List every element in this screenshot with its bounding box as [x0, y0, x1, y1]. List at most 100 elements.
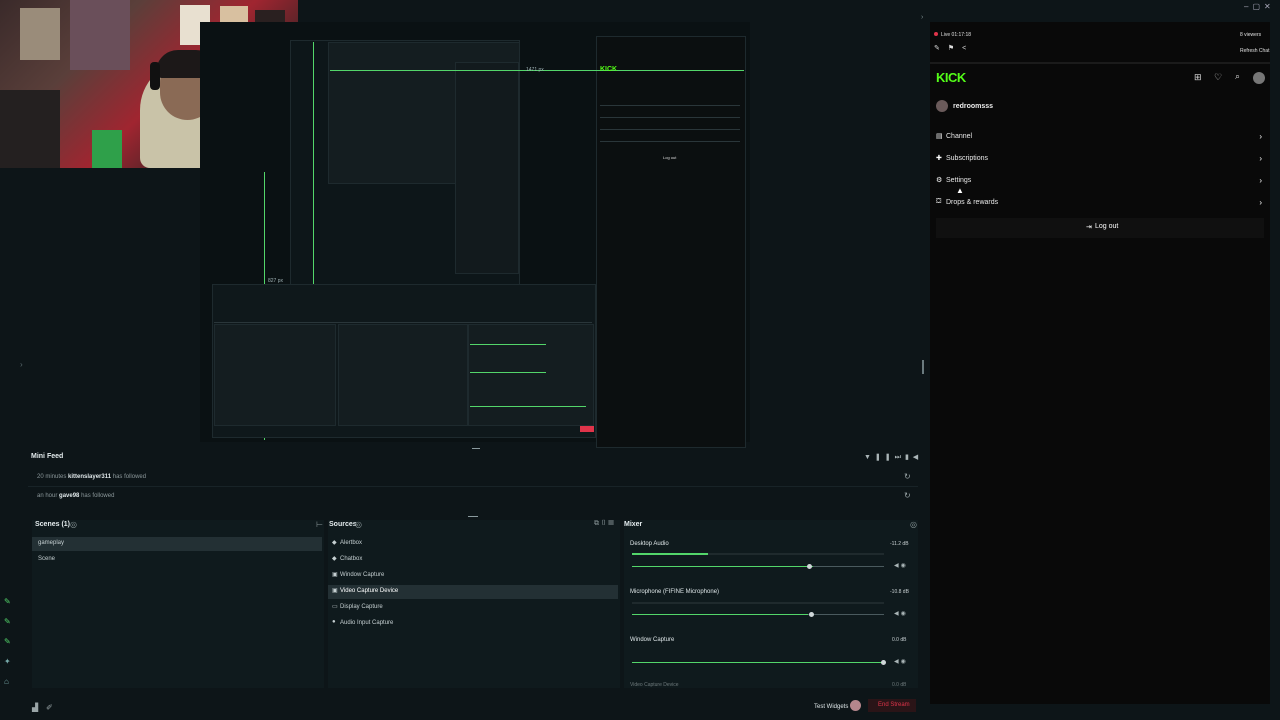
- mini-feed-title: Mini Feed: [31, 453, 64, 460]
- mixer-channel-level: 0.0 dB: [892, 682, 907, 687]
- mini-feed-dock: Mini Feed ▼❚❚⏭▮◀ 20 minutes kittenslayer…: [28, 448, 918, 514]
- mixer-channel-name: Desktop Audio: [630, 541, 669, 547]
- sources-collapse-icon[interactable]: ⊢: [316, 520, 323, 529]
- chat-icon: ◆: [332, 556, 337, 562]
- mouse-cursor: ▲: [956, 186, 964, 195]
- scene-item-scene[interactable]: Scene: [32, 553, 322, 567]
- menu-item-drops-rewards[interactable]: ⛋ Drops & rewards ›: [936, 194, 1264, 214]
- test-widgets-button[interactable]: Test Widgets: [814, 704, 848, 710]
- refresh-chat-button[interactable]: Refresh Chat: [1240, 48, 1269, 54]
- user-avatar: [936, 100, 948, 112]
- inner-kick-logo: KICK: [600, 66, 618, 73]
- mixer-channel-level: 0.0 dB: [892, 637, 907, 643]
- source-item[interactable]: ◆ Alertbox: [328, 537, 618, 551]
- volume-slider[interactable]: [632, 614, 884, 615]
- window-controls[interactable]: –▢✕: [1244, 2, 1275, 11]
- feed-event-action: has followed: [112, 474, 147, 480]
- feed-event-time: 20 minutes: [37, 474, 67, 480]
- panel-resize-handle[interactable]: [922, 360, 924, 374]
- replay-icon[interactable]: ↻: [904, 472, 911, 481]
- side-toolbar: ✎ ✎ ✎ ✦ ⌂: [4, 592, 16, 692]
- feed-event-action: has followed: [81, 493, 115, 499]
- source-item[interactable]: ▣ Window Capture: [328, 569, 618, 583]
- panel-tool-icons[interactable]: ✎⚑<: [934, 44, 974, 52]
- sources-toolbar-icons[interactable]: ⧉▯▤: [594, 520, 616, 528]
- audio-meter: [632, 553, 884, 555]
- rewards-icon: ⛋: [936, 198, 942, 205]
- mixer-channel-level: -10.8 dB: [890, 589, 909, 595]
- left-rail: ›: [0, 168, 200, 438]
- feed-event-user[interactable]: gave98: [59, 493, 79, 499]
- volume-slider[interactable]: [632, 566, 884, 567]
- mixer-channel-name: Video Capture Device: [630, 682, 679, 687]
- camera-icon: ▣: [332, 588, 338, 594]
- volume-slider-knob[interactable]: [807, 564, 812, 569]
- subscriptions-icon: ✚: [936, 155, 942, 162]
- chevron-right-icon: ›: [1259, 154, 1262, 163]
- mini-feed-controls[interactable]: ▼❚❚⏭▮◀: [864, 453, 922, 462]
- audio-meter: [632, 602, 884, 604]
- mixer-channel-level: -11.2 dB: [890, 541, 909, 547]
- live-indicator: [934, 32, 938, 36]
- mute-settings-icons[interactable]: ◀◉: [894, 658, 908, 665]
- window-icon: ▣: [332, 572, 338, 578]
- drag-handle[interactable]: [468, 516, 478, 517]
- channel-icon: ▤: [936, 133, 943, 140]
- drag-handle[interactable]: [472, 448, 480, 449]
- record-button[interactable]: [850, 700, 861, 711]
- menu-item-settings[interactable]: ⚙ Settings ›: [936, 172, 1264, 192]
- chevron-right-icon: ›: [1259, 198, 1262, 207]
- stream-preview[interactable]: 1471 px 827 px KICK Log out: [200, 22, 750, 448]
- mic-icon: ●: [332, 619, 336, 625]
- replay-icon[interactable]: ↻: [904, 491, 911, 500]
- highlighter-icon[interactable]: ✐: [46, 703, 53, 712]
- display-icon: ▭: [332, 604, 338, 610]
- source-item[interactable]: ● Audio Input Capture: [328, 617, 618, 631]
- heart-icon[interactable]: ♡: [1214, 72, 1222, 83]
- scenes-title: Scenes (1): [35, 521, 71, 528]
- sidebar-app-icon[interactable]: ⌂: [4, 672, 16, 692]
- source-item[interactable]: ▭ Display Capture: [328, 601, 618, 615]
- source-item-selected[interactable]: ▣ Video Capture Device: [328, 585, 618, 599]
- stats-icon[interactable]: ▟: [32, 703, 38, 712]
- sources-dock: ⊢ Sources ◎ ⧉▯▤ ◆ Alertbox ◆ Chatbox ▣ W…: [316, 520, 620, 688]
- kick-logo[interactable]: KICK: [936, 70, 966, 85]
- source-item[interactable]: ◆ Chatbox: [328, 553, 618, 567]
- menu-item-subscriptions[interactable]: ✚ Subscriptions ›: [936, 150, 1264, 170]
- mute-settings-icons[interactable]: ◀◉: [894, 562, 908, 569]
- feed-event: 20 minutes kittenslayer311 has followed: [37, 474, 146, 480]
- username: redroomsss: [953, 103, 994, 110]
- sources-settings-icon[interactable]: ◎: [355, 520, 362, 529]
- live-status: Live 01:17:18: [941, 32, 972, 38]
- mixer-dock: Mixer ◎ Desktop Audio -11.2 dB ◀◉ Microp…: [624, 520, 918, 688]
- scenes-settings-icon[interactable]: ◎: [70, 520, 77, 529]
- gear-icon: ⚙: [936, 177, 943, 184]
- collapse-panel-icon[interactable]: ›: [921, 14, 923, 21]
- feed-event: an hour gave98 has followed: [37, 493, 114, 499]
- sidebar-app-icon[interactable]: ✎: [4, 632, 16, 652]
- gift-icon[interactable]: ⊞: [1194, 72, 1202, 83]
- sidebar-app-icon[interactable]: ✦: [4, 652, 16, 672]
- mute-settings-icons[interactable]: ◀◉: [894, 610, 908, 617]
- volume-slider[interactable]: [632, 662, 884, 663]
- menu-item-channel[interactable]: ▤ Channel ›: [936, 128, 1264, 148]
- volume-slider-knob[interactable]: [809, 612, 814, 617]
- mixer-title: Mixer: [624, 521, 643, 528]
- collapse-arrow-icon[interactable]: ›: [20, 360, 23, 369]
- end-stream-button[interactable]: End Stream: [868, 699, 916, 712]
- feed-event-user[interactable]: kittenslayer311: [68, 474, 111, 480]
- logout-icon: ⇥: [1086, 224, 1092, 231]
- bottom-status-bar: ▟ ✐ Test Widgets End Stream: [0, 698, 930, 720]
- avatar[interactable]: [1253, 72, 1265, 84]
- sources-title: Sources: [329, 521, 357, 528]
- volume-slider-knob[interactable]: [881, 660, 886, 665]
- logout-button[interactable]: ⇥ Log out: [936, 218, 1264, 238]
- mixer-settings-icon[interactable]: ◎: [910, 520, 917, 529]
- mixer-channel-name: Window Capture: [630, 637, 675, 643]
- sidebar-app-icon[interactable]: ✎: [4, 612, 16, 632]
- chevron-right-icon: ›: [1259, 132, 1262, 141]
- alert-icon: ◆: [332, 540, 337, 546]
- sidebar-app-icon[interactable]: ✎: [4, 592, 16, 612]
- search-icon[interactable]: ⌕: [1235, 71, 1240, 82]
- scene-item-gameplay[interactable]: gameplay: [32, 537, 322, 551]
